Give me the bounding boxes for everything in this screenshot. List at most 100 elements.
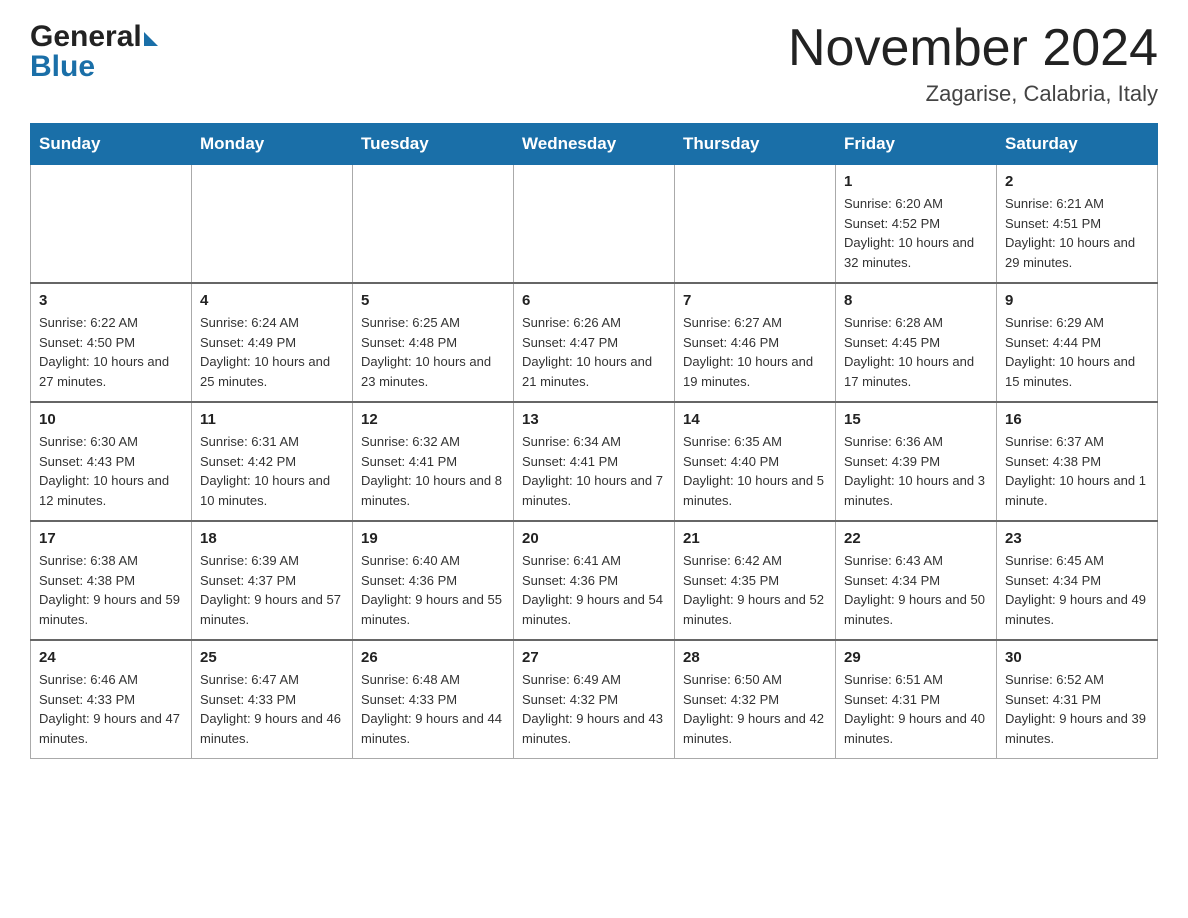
table-row: 8 Sunrise: 6:28 AMSunset: 4:45 PMDaylight… [836,283,997,402]
logo-blue-text: Blue [30,50,95,84]
day-info: Sunrise: 6:43 AMSunset: 4:34 PMDaylight:… [844,551,988,629]
col-friday: Friday [836,124,997,165]
logo-general: General [30,20,142,54]
day-number: 15 [844,411,988,428]
day-info: Sunrise: 6:35 AMSunset: 4:40 PMDaylight:… [683,432,827,510]
calendar-week-row: 3 Sunrise: 6:22 AMSunset: 4:50 PMDaylight… [31,283,1158,402]
table-row [514,165,675,284]
day-info: Sunrise: 6:46 AMSunset: 4:33 PMDaylight:… [39,670,183,748]
day-number: 25 [200,649,344,666]
day-info: Sunrise: 6:49 AMSunset: 4:32 PMDaylight:… [522,670,666,748]
table-row: 6Sunrise: 6:26 AMSunset: 4:47 PMDaylight… [514,283,675,402]
day-number: 1 [844,173,988,190]
day-info: Sunrise: 6:37 AMSunset: 4:38 PMDaylight:… [1005,432,1149,510]
day-number: 20 [522,530,666,547]
day-number: 30 [1005,649,1149,666]
location-subtitle: Zagarise, Calabria, Italy [788,81,1158,107]
table-row: 10 Sunrise: 6:30 AMSunset: 4:43 PMDayligh… [31,402,192,521]
table-row: 14 Sunrise: 6:35 AMSunset: 4:40 PMDayligh… [675,402,836,521]
col-sunday: Sunday [31,124,192,165]
table-row: 28Sunrise: 6:50 AMSunset: 4:32 PMDayligh… [675,640,836,759]
day-number: 21 [683,530,827,547]
day-number: 9 [1005,292,1149,309]
table-row: 26 Sunrise: 6:48 AMSunset: 4:33 PMDayligh… [353,640,514,759]
day-number: 26 [361,649,505,666]
day-number: 3 [39,292,183,309]
day-info: Sunrise: 6:38 AMSunset: 4:38 PMDaylight:… [39,551,183,629]
day-info: Sunrise: 6:50 AMSunset: 4:32 PMDaylight:… [683,670,827,748]
calendar-week-row: 1 Sunrise: 6:20 AMSunset: 4:52 PMDaylight… [31,165,1158,284]
col-wednesday: Wednesday [514,124,675,165]
day-info: Sunrise: 6:51 AMSunset: 4:31 PMDaylight:… [844,670,988,748]
table-row: 9 Sunrise: 6:29 AMSunset: 4:44 PMDaylight… [997,283,1158,402]
day-info: Sunrise: 6:20 AMSunset: 4:52 PMDaylight:… [844,194,988,272]
table-row: 11 Sunrise: 6:31 AMSunset: 4:42 PMDayligh… [192,402,353,521]
col-tuesday: Tuesday [353,124,514,165]
table-row: 5Sunrise: 6:25 AMSunset: 4:48 PMDaylight… [353,283,514,402]
day-info: Sunrise: 6:34 AMSunset: 4:41 PMDaylight:… [522,432,666,510]
day-info: Sunrise: 6:22 AMSunset: 4:50 PMDaylight:… [39,313,183,391]
day-info: Sunrise: 6:30 AMSunset: 4:43 PMDaylight:… [39,432,183,510]
day-number: 27 [522,649,666,666]
day-number: 14 [683,411,827,428]
table-row: 30Sunrise: 6:52 AMSunset: 4:31 PMDayligh… [997,640,1158,759]
day-info: Sunrise: 6:39 AMSunset: 4:37 PMDaylight:… [200,551,344,629]
calendar-week-row: 24 Sunrise: 6:46 AMSunset: 4:33 PMDayligh… [31,640,1158,759]
table-row: 24 Sunrise: 6:46 AMSunset: 4:33 PMDayligh… [31,640,192,759]
day-number: 24 [39,649,183,666]
day-number: 4 [200,292,344,309]
day-info: Sunrise: 6:26 AMSunset: 4:47 PMDaylight:… [522,313,666,391]
table-row: 15 Sunrise: 6:36 AMSunset: 4:39 PMDayligh… [836,402,997,521]
day-number: 7 [683,292,827,309]
day-number: 10 [39,411,183,428]
day-info: Sunrise: 6:21 AMSunset: 4:51 PMDaylight:… [1005,194,1149,272]
day-info: Sunrise: 6:41 AMSunset: 4:36 PMDaylight:… [522,551,666,629]
day-info: Sunrise: 6:48 AMSunset: 4:33 PMDaylight:… [361,670,505,748]
table-row: 27 Sunrise: 6:49 AMSunset: 4:32 PMDayligh… [514,640,675,759]
table-row: 18 Sunrise: 6:39 AMSunset: 4:37 PMDayligh… [192,521,353,640]
day-info: Sunrise: 6:29 AMSunset: 4:44 PMDaylight:… [1005,313,1149,391]
table-row: 21 Sunrise: 6:42 AMSunset: 4:35 PMDayligh… [675,521,836,640]
table-row [675,165,836,284]
day-info: Sunrise: 6:32 AMSunset: 4:41 PMDaylight:… [361,432,505,510]
table-row: 20 Sunrise: 6:41 AMSunset: 4:36 PMDayligh… [514,521,675,640]
table-row: 29 Sunrise: 6:51 AMSunset: 4:31 PMDayligh… [836,640,997,759]
day-info: Sunrise: 6:25 AMSunset: 4:48 PMDaylight:… [361,313,505,391]
col-monday: Monday [192,124,353,165]
day-number: 2 [1005,173,1149,190]
day-number: 8 [844,292,988,309]
day-info: Sunrise: 6:36 AMSunset: 4:39 PMDaylight:… [844,432,988,510]
logo-arrow-icon [144,32,158,46]
day-info: Sunrise: 6:24 AMSunset: 4:49 PMDaylight:… [200,313,344,391]
table-row: 17Sunrise: 6:38 AMSunset: 4:38 PMDayligh… [31,521,192,640]
table-row: 12 Sunrise: 6:32 AMSunset: 4:41 PMDayligh… [353,402,514,521]
table-row [353,165,514,284]
day-number: 19 [361,530,505,547]
month-title: November 2024 [788,20,1158,77]
day-number: 23 [1005,530,1149,547]
calendar-week-row: 10 Sunrise: 6:30 AMSunset: 4:43 PMDayligh… [31,402,1158,521]
table-row: 1 Sunrise: 6:20 AMSunset: 4:52 PMDaylight… [836,165,997,284]
day-info: Sunrise: 6:31 AMSunset: 4:42 PMDaylight:… [200,432,344,510]
day-info: Sunrise: 6:42 AMSunset: 4:35 PMDaylight:… [683,551,827,629]
day-number: 13 [522,411,666,428]
title-area: November 2024 Zagarise, Calabria, Italy [788,20,1158,107]
logo-text: General [30,20,158,54]
day-info: Sunrise: 6:47 AMSunset: 4:33 PMDaylight:… [200,670,344,748]
table-row: 19Sunrise: 6:40 AMSunset: 4:36 PMDayligh… [353,521,514,640]
table-row: 3 Sunrise: 6:22 AMSunset: 4:50 PMDaylight… [31,283,192,402]
table-row: 13 Sunrise: 6:34 AMSunset: 4:41 PMDayligh… [514,402,675,521]
day-number: 29 [844,649,988,666]
logo: General Blue [30,20,158,84]
header: General Blue November 2024 Zagarise, Cal… [30,20,1158,107]
day-info: Sunrise: 6:27 AMSunset: 4:46 PMDaylight:… [683,313,827,391]
day-number: 18 [200,530,344,547]
table-row: 23Sunrise: 6:45 AMSunset: 4:34 PMDayligh… [997,521,1158,640]
day-info: Sunrise: 6:28 AMSunset: 4:45 PMDaylight:… [844,313,988,391]
table-row: 16Sunrise: 6:37 AMSunset: 4:38 PMDayligh… [997,402,1158,521]
day-number: 22 [844,530,988,547]
day-number: 12 [361,411,505,428]
day-number: 11 [200,411,344,428]
day-header-row: Sunday Monday Tuesday Wednesday Thursday… [31,124,1158,165]
col-saturday: Saturday [997,124,1158,165]
